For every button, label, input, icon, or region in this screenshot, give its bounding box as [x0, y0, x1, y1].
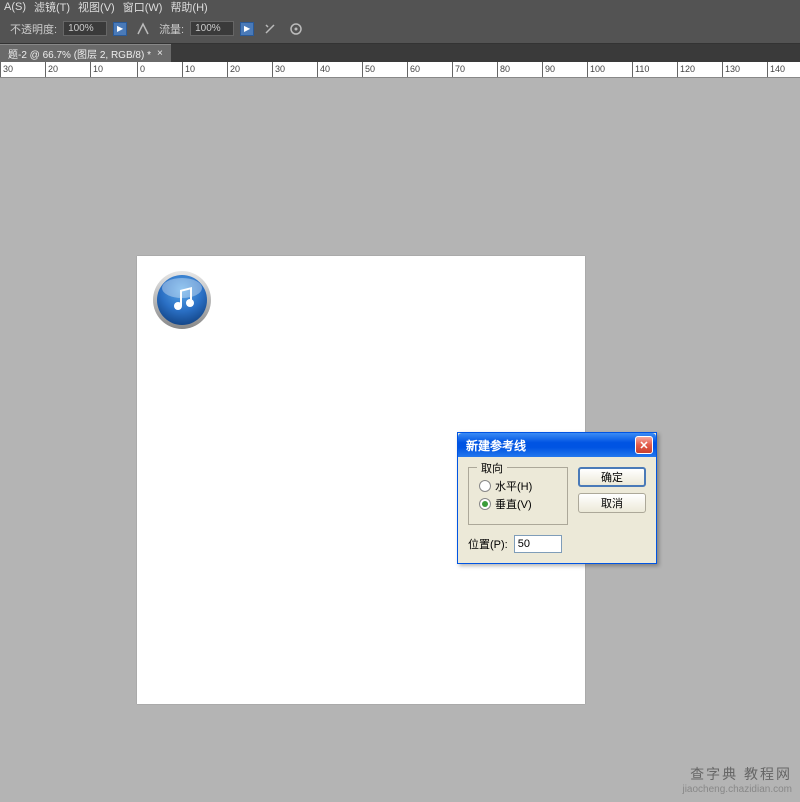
menu-item[interactable]: 视图(V)	[78, 0, 115, 15]
options-bar: 不透明度: 100% ▶ 流量: 100% ▶	[0, 14, 800, 44]
opacity-label: 不透明度:	[10, 21, 57, 37]
airbrush-icon[interactable]	[260, 20, 280, 38]
new-guide-dialog: 新建参考线 ✕ 取向 水平(H) 垂直(V) 位置(P):	[457, 432, 657, 564]
document-tab-bar: 题-2 @ 66.7% (图层 2, RGB/8) * ×	[0, 44, 800, 62]
itunes-icon	[152, 270, 212, 330]
ruler-tick: 40	[317, 62, 330, 78]
ruler-tick: 100	[587, 62, 605, 78]
ruler-tick: 120	[677, 62, 695, 78]
close-icon[interactable]: ×	[157, 48, 163, 59]
ruler-tick: 90	[542, 62, 555, 78]
ruler-tick: 0	[137, 62, 145, 78]
menu-item[interactable]: 滤镜(T)	[34, 0, 70, 15]
position-label: 位置(P):	[468, 536, 508, 552]
ruler-tick: 10	[90, 62, 103, 78]
menu-item[interactable]: 窗口(W)	[123, 0, 163, 15]
opacity-arrow-icon[interactable]: ▶	[113, 22, 127, 36]
ruler-tick: 130	[722, 62, 740, 78]
document-tab[interactable]: 题-2 @ 66.7% (图层 2, RGB/8) * ×	[0, 44, 171, 62]
close-button[interactable]: ✕	[635, 436, 653, 454]
dialog-titlebar[interactable]: 新建参考线 ✕	[458, 433, 656, 457]
fieldset-legend: 取向	[477, 460, 507, 476]
menu-item[interactable]: 帮助(H)	[170, 0, 207, 15]
ruler-tick: 60	[407, 62, 420, 78]
ruler-tick: 30	[0, 62, 13, 78]
ruler-tick: 10	[182, 62, 195, 78]
ruler-tick: 50	[362, 62, 375, 78]
ruler-tick: 70	[452, 62, 465, 78]
canvas-area: 新建参考线 ✕ 取向 水平(H) 垂直(V) 位置(P):	[0, 78, 800, 802]
flow-arrow-icon[interactable]: ▶	[240, 22, 254, 36]
flow-label: 流量:	[159, 21, 184, 37]
radio-horizontal[interactable]: 水平(H)	[479, 478, 557, 494]
radio-icon	[479, 480, 491, 492]
ruler-tick: 30	[272, 62, 285, 78]
opacity-value[interactable]: 100%	[63, 21, 107, 36]
flow-value[interactable]: 100%	[190, 21, 234, 36]
position-input[interactable]	[514, 535, 562, 553]
pressure-icon[interactable]	[133, 20, 153, 38]
dialog-title: 新建参考线	[466, 437, 526, 454]
watermark-title: 查字典 教程网	[682, 765, 792, 783]
radio-vertical[interactable]: 垂直(V)	[479, 496, 557, 512]
orientation-fieldset: 取向 水平(H) 垂直(V)	[468, 467, 568, 525]
ruler-tick: 110	[632, 62, 649, 78]
tablet-pressure-icon[interactable]	[286, 20, 306, 38]
menu-item[interactable]: A(S)	[4, 1, 26, 13]
ruler-tick: 20	[227, 62, 240, 78]
menu-bar: A(S) 滤镜(T) 视图(V) 窗口(W) 帮助(H)	[0, 0, 800, 14]
watermark: 查字典 教程网 jiaocheng.chazidian.com	[682, 765, 792, 796]
cancel-button[interactable]: 取消	[578, 493, 646, 513]
radio-icon	[479, 498, 491, 510]
document-tab-title: 题-2 @ 66.7% (图层 2, RGB/8) *	[8, 46, 151, 61]
ok-button[interactable]: 确定	[578, 467, 646, 487]
ruler-tick: 20	[45, 62, 58, 78]
horizontal-ruler: 30 20 10 0 10 20 30 40 50 60 70 80 90 10…	[0, 62, 800, 78]
ruler-tick: 140	[767, 62, 785, 78]
watermark-url: jiaocheng.chazidian.com	[682, 783, 792, 796]
ruler-tick: 80	[497, 62, 510, 78]
